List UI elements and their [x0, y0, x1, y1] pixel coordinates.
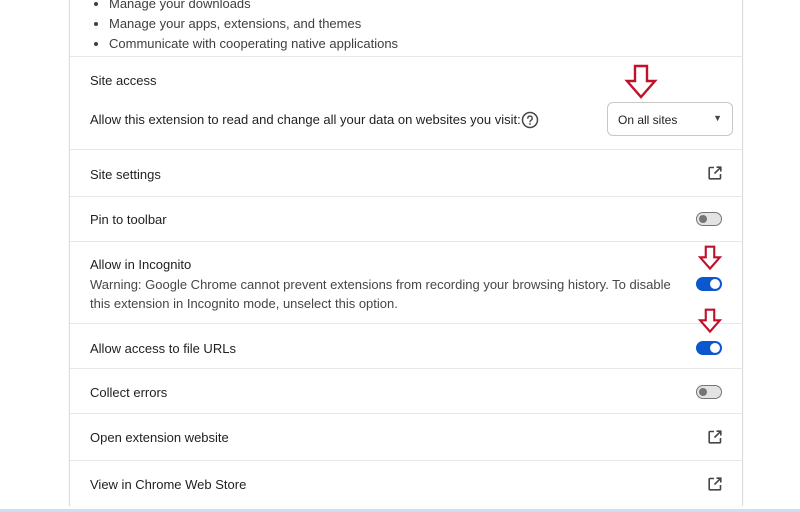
file-urls-label: Allow access to file URLs [90, 341, 236, 356]
web-store-label: View in Chrome Web Store [90, 477, 247, 492]
collect-errors-toggle[interactable] [696, 385, 722, 399]
annotation-arrow-down-icon [698, 308, 722, 334]
collect-errors-row: Collect errors [70, 368, 742, 414]
open-in-new-icon[interactable] [707, 165, 723, 181]
incognito-toggle[interactable] [696, 277, 722, 291]
web-store-row[interactable]: View in Chrome Web Store [70, 460, 742, 507]
annotation-arrow-down-icon [624, 64, 658, 99]
toggle-knob [699, 388, 707, 396]
incognito-label: Allow in Incognito [90, 257, 192, 272]
open-in-new-icon[interactable] [707, 476, 723, 492]
question-circle-icon[interactable] [521, 111, 539, 129]
dropdown-caret-icon: ▼ [713, 113, 722, 123]
site-settings-row[interactable]: Site settings [70, 149, 742, 197]
permissions-list: Manage your downloads Manage your apps, … [70, 0, 742, 54]
open-in-new-icon[interactable] [707, 429, 723, 445]
permission-item: Communicate with cooperating native appl… [109, 34, 742, 54]
toggle-knob [710, 343, 720, 353]
pin-toolbar-toggle[interactable] [696, 212, 722, 226]
pin-toolbar-row: Pin to toolbar [70, 196, 742, 242]
site-access-dropdown[interactable]: On all sites ▼ [607, 102, 733, 136]
site-access-description: Allow this extension to read and change … [90, 112, 521, 127]
collect-errors-label: Collect errors [90, 385, 168, 400]
file-urls-row: Allow access to file URLs [70, 323, 742, 369]
permission-item: Manage your downloads [109, 0, 742, 14]
site-access-dropdown-value: On all sites [618, 113, 678, 127]
permission-item: Manage your apps, extensions, and themes [109, 14, 742, 34]
annotation-arrow-down-icon [698, 245, 722, 271]
site-access-heading: Site access [90, 73, 157, 88]
incognito-row: Allow in Incognito Warning: Google Chrom… [70, 241, 742, 324]
incognito-warning: Warning: Google Chrome cannot prevent ex… [90, 277, 671, 311]
open-website-row[interactable]: Open extension website [70, 413, 742, 461]
site-settings-label: Site settings [90, 167, 161, 182]
pin-toolbar-label: Pin to toolbar [90, 212, 167, 227]
toggle-knob [710, 279, 720, 289]
toggle-knob [699, 215, 707, 223]
file-urls-toggle[interactable] [696, 341, 722, 355]
open-website-label: Open extension website [90, 430, 229, 445]
